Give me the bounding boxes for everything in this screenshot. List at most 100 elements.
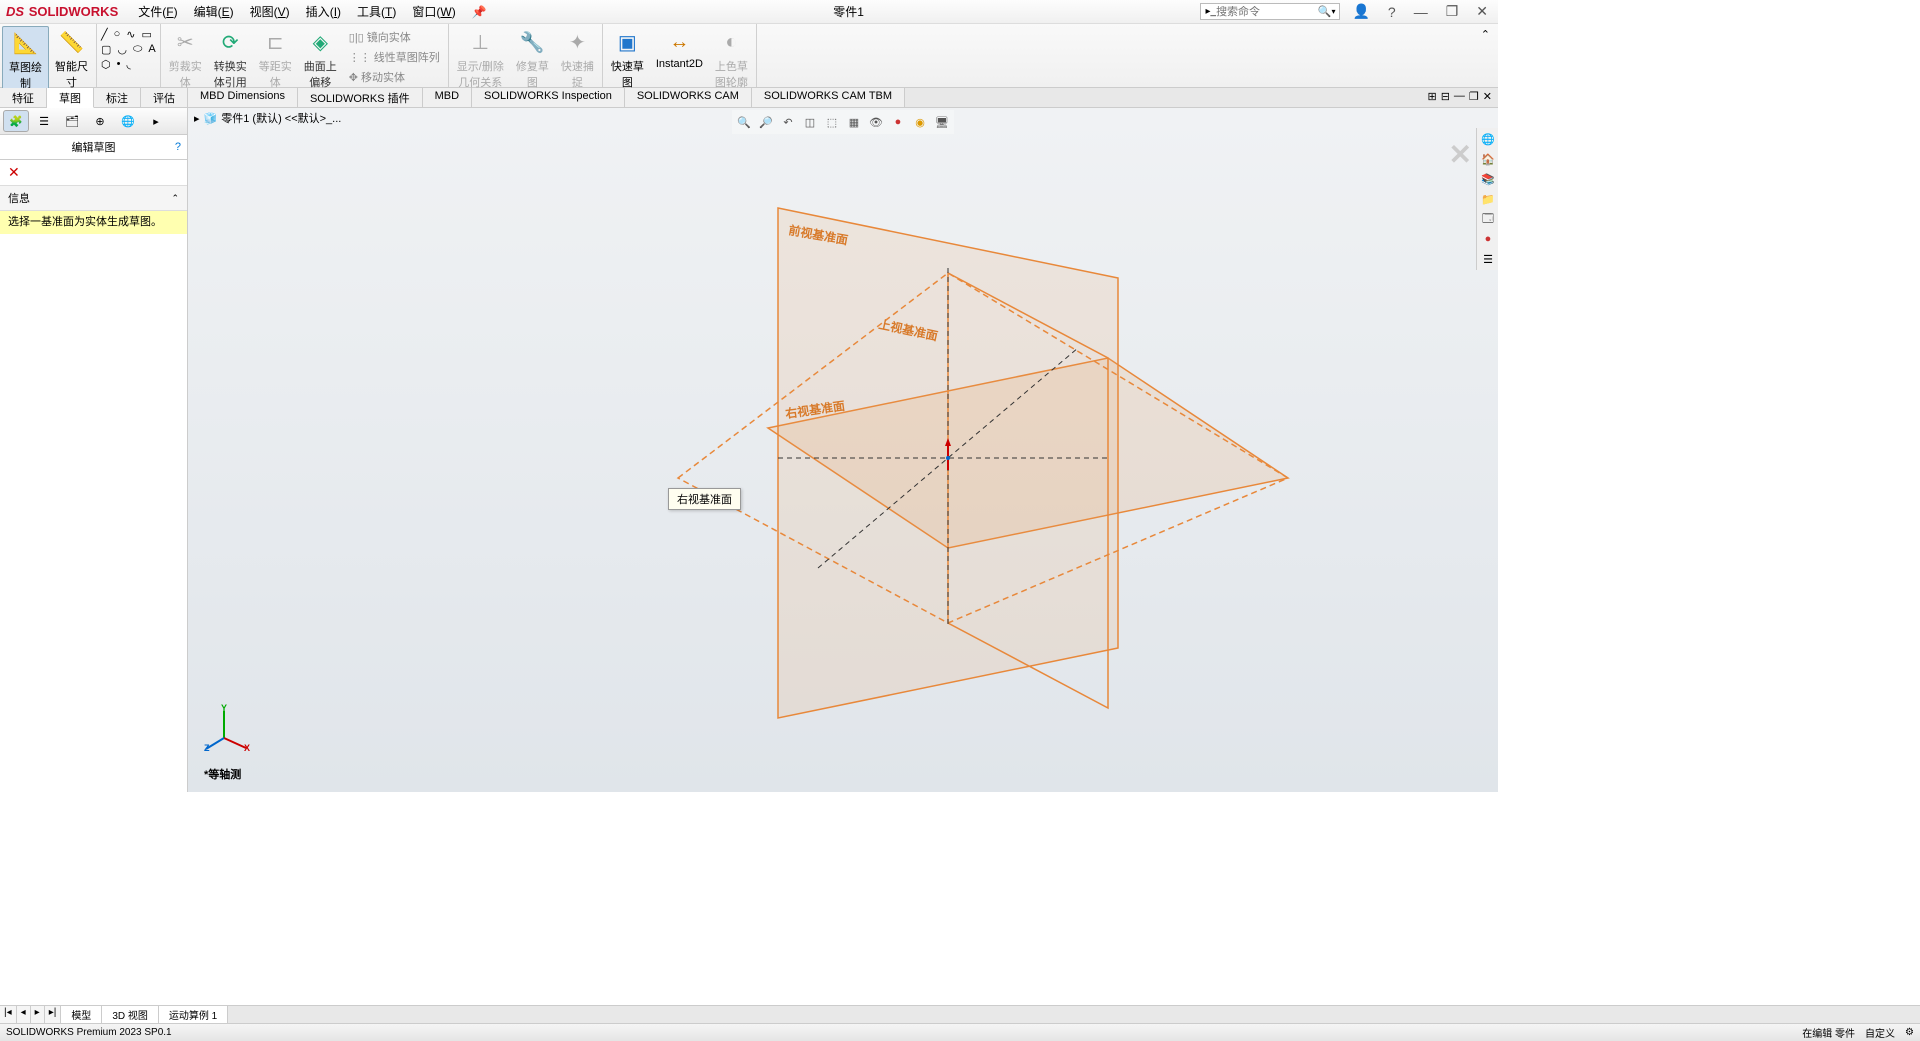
menu-pin[interactable]: 📌 [464,3,495,21]
appearances-icon[interactable]: ● [888,112,908,132]
section-view-icon[interactable]: ◫ [800,112,820,132]
tab-sw-addins[interactable]: SOLIDWORKS 插件 [298,88,423,107]
appearance-tab-icon[interactable]: 🌐 [115,110,141,132]
pm-help-icon[interactable]: ? [175,141,181,153]
graphics-viewport[interactable]: ▸ 🧊 零件1 (默认) <<默认>_... 🔍 🔎 ↶ ◫ ⬚ ▦ 👁 ● ◉… [188,108,1498,792]
pm-info-header[interactable]: 信息 ⌃ [0,185,187,211]
property-tab-icon[interactable]: ☰ [31,110,57,132]
collapse-icon[interactable]: ⌃ [171,193,179,204]
instant2d-button[interactable]: ↔ Instant2D [650,26,709,72]
menu-view[interactable]: 视图(V) [242,1,298,22]
tab-sketch[interactable]: 草图 [47,88,94,108]
close-button[interactable]: ✕ [1470,1,1494,22]
polygon-tool-icon[interactable]: ⬡ [101,58,111,71]
menu-window[interactable]: 窗口(W) [404,1,463,22]
user-icon[interactable]: 👤 [1346,1,1375,22]
design-library-icon[interactable]: 📚 [1479,170,1497,188]
pm-cancel-button[interactable]: ✕ [0,160,187,185]
slot-tool-icon[interactable]: ▭ [142,28,152,41]
breadcrumb-expand-icon[interactable]: ▸ [194,112,200,125]
point-tool-icon[interactable]: • [117,58,121,71]
bottom-tab-model[interactable]: 模型 [61,1006,102,1023]
tab-mbd[interactable]: MBD [423,88,472,107]
search-dropdown-icon[interactable]: ▾ [1331,7,1335,16]
sketch-icon: 📐 [12,29,40,57]
breadcrumb-part-name[interactable]: 零件1 (默认) <<默认>_... [221,110,341,126]
home-icon[interactable]: 🏠 [1479,150,1497,168]
minimize-button[interactable]: — [1408,2,1434,22]
status-custom[interactable]: 自定义 [1865,1025,1895,1040]
restore-button[interactable]: ❐ [1440,1,1465,22]
plane-tooltip: 右视基准面 [668,488,741,510]
menu-file[interactable]: 文件(F) [130,1,185,22]
file-explorer-icon[interactable]: 📁 [1479,190,1497,208]
status-settings-icon[interactable]: ⚙ [1905,1027,1914,1038]
ribbon-expand-icon[interactable]: ⌃ [1473,24,1498,87]
line-tool-icon[interactable]: ╱ [101,28,108,41]
config-tab-icon[interactable]: 🗂 [59,110,85,132]
tab-nav-prev[interactable]: ◂ [17,1006,31,1023]
fillet-tool-icon[interactable]: ◟ [126,58,130,71]
panel-min-icon[interactable]: — [1454,90,1465,105]
sketch-button[interactable]: 📐 草图绘 制 [2,26,49,94]
panel-close-icon[interactable]: ✕ [1483,90,1492,105]
circle-tool-icon[interactable]: ○ [114,28,121,41]
tab-evaluate[interactable]: 评估 [141,88,188,107]
view-orient-icon[interactable]: ⬚ [822,112,842,132]
convert-icon: ⟳ [216,28,244,56]
tab-sw-inspection[interactable]: SOLIDWORKS Inspection [472,88,625,107]
search-icon[interactable]: 🔍 [1318,5,1332,18]
dimxpert-tab-icon[interactable]: ⊕ [87,110,113,132]
panel-max-icon[interactable]: ❐ [1469,90,1479,105]
view-palette-icon[interactable]: 🗔 [1479,210,1497,228]
spline-tool-icon[interactable]: ∿ [126,28,135,41]
scene-icon[interactable]: ◉ [910,112,930,132]
part-icon: 🧊 [204,112,218,125]
command-search[interactable]: ▸_ 🔍 ▾ [1200,3,1340,20]
menu-edit[interactable]: 编辑(E) [186,1,242,22]
bottom-tab-3dview[interactable]: 3D 视图 [102,1006,159,1023]
zoom-area-icon[interactable]: 🔎 [756,112,776,132]
search-input[interactable] [1216,6,1318,18]
arc-tool-icon[interactable]: ◡ [117,43,127,56]
tab-mbd-dimensions[interactable]: MBD Dimensions [188,88,298,107]
view-settings-icon[interactable]: 🖥 [932,112,952,132]
panel-right-icon[interactable]: ⊟ [1441,90,1450,105]
move-entities-button: ✥移动实体 [345,68,444,86]
tab-sw-cam[interactable]: SOLIDWORKS CAM [625,88,752,107]
help-icon[interactable]: ? [1382,2,1402,22]
menu-tools[interactable]: 工具(T) [349,1,404,22]
rect-tool-icon[interactable]: ▢ [101,43,111,56]
quick-sketch-button[interactable]: ▣ 快速草 图 [605,26,650,92]
zoom-fit-icon[interactable]: 🔍 [734,112,754,132]
tab-sw-cam-tbm[interactable]: SOLIDWORKS CAM TBM [752,88,905,107]
custom-props-icon[interactable]: ☰ [1479,250,1497,268]
tab-nav-next[interactable]: ▸ [31,1006,45,1023]
linear-pattern-button: ⋮⋮线性草图阵列 [345,48,444,66]
convert-button[interactable]: ⟳ 转换实 体引用 [208,26,253,92]
panel-left-icon[interactable]: ⊞ [1427,90,1436,105]
onface-offset-button[interactable]: ◈ 曲面上 偏移 [298,26,343,92]
confirm-corner-cancel[interactable]: ✕ [1449,138,1472,171]
tab-annotate[interactable]: 标注 [94,88,141,107]
tab-nav-last[interactable]: ▸| [45,1006,62,1023]
smart-dimension-button[interactable]: 📏 智能尺 寸 [49,26,94,92]
move-icon: ✥ [349,71,358,84]
relations-icon: ⊥ [466,28,494,56]
reference-planes[interactable]: 前视基准面 上视基准面 右视基准面 [468,188,1368,738]
sw-resources-icon[interactable]: 🌐 [1479,130,1497,148]
tab-features[interactable]: 特征 [0,88,47,107]
hide-show-icon[interactable]: 👁 [866,112,886,132]
feature-tree-tab-icon[interactable]: 🧩 [3,110,29,132]
more-tab-icon[interactable]: ▸ [143,110,169,132]
display-style-icon[interactable]: ▦ [844,112,864,132]
view-triad[interactable]: Y X Z [204,703,254,756]
appearances-pane-icon[interactable]: ● [1479,230,1497,248]
prev-view-icon[interactable]: ↶ [778,112,798,132]
ellipse-tool-icon[interactable]: ⬭ [133,43,142,56]
text-tool-icon[interactable]: A [148,43,155,56]
menu-insert[interactable]: 插入(I) [298,1,349,22]
tab-nav-first[interactable]: |◂ [0,1006,17,1023]
bottom-tab-motion[interactable]: 运动算例 1 [159,1006,228,1023]
breadcrumb[interactable]: ▸ 🧊 零件1 (默认) <<默认>_... [194,110,341,126]
